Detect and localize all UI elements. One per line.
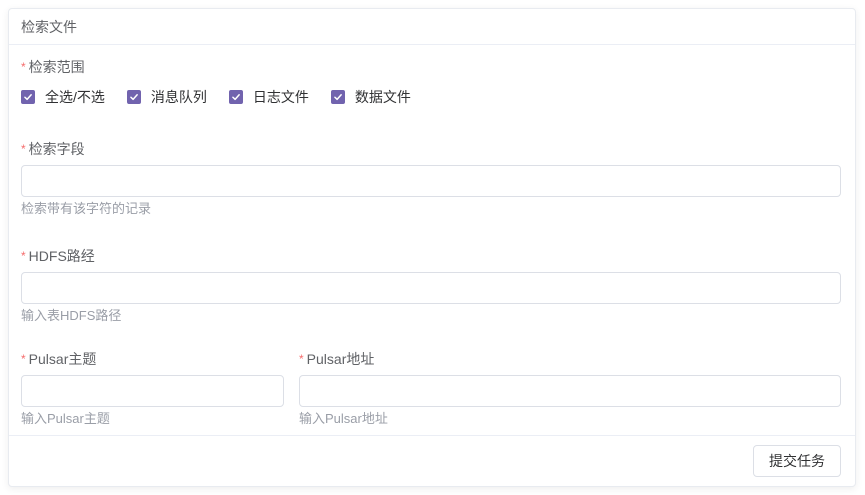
checkbox-label-log-files: 日志文件 [253, 87, 309, 107]
hdfs-path-input[interactable] [21, 272, 841, 304]
pulsar-address-helper: 输入Pulsar地址 [299, 411, 841, 427]
submit-task-button[interactable]: 提交任务 [753, 445, 841, 477]
card-header: 检索文件 [9, 9, 855, 45]
checkbox-item-log-files[interactable]: 日志文件 [229, 87, 309, 107]
pulsar-address-input[interactable] [299, 375, 841, 407]
pulsar-topic-label-text: Pulsar主题 [29, 351, 97, 367]
checkbox-message-queue[interactable] [127, 90, 141, 104]
checkbox-item-select-all[interactable]: 全选/不选 [21, 87, 105, 107]
search-field-helper: 检索带有该字符的记录 [21, 201, 841, 217]
card-title: 检索文件 [21, 17, 77, 37]
form-item-pulsar-address: *Pulsar地址 输入Pulsar地址 [299, 349, 841, 427]
checkbox-label-message-queue: 消息队列 [151, 87, 207, 107]
checkbox-item-message-queue[interactable]: 消息队列 [127, 87, 207, 107]
pulsar-address-label: *Pulsar地址 [299, 349, 841, 369]
check-icon [333, 92, 343, 102]
hdfs-path-helper: 输入表HDFS路径 [21, 308, 841, 324]
hdfs-path-label: *HDFS路经 [21, 246, 841, 266]
check-icon [231, 92, 241, 102]
check-icon [129, 92, 139, 102]
form-item-search-field: *检索字段 检索带有该字符的记录 [21, 139, 841, 217]
pulsar-topic-input[interactable] [21, 375, 284, 407]
pulsar-topic-label: *Pulsar主题 [21, 349, 284, 369]
scope-checkbox-group: 全选/不选 消息队列 日志文件 [21, 87, 841, 107]
required-asterisk: * [21, 60, 26, 74]
pulsar-topic-helper: 输入Pulsar主题 [21, 411, 284, 427]
form-item-pulsar-topic: *Pulsar主题 输入Pulsar主题 [21, 349, 284, 427]
check-icon [23, 92, 33, 102]
required-asterisk: * [21, 142, 26, 156]
card-footer: 提交任务 [9, 435, 855, 486]
form-item-hdfs-path: *HDFS路经 输入表HDFS路径 [21, 246, 841, 324]
search-field-label: *检索字段 [21, 139, 841, 159]
checkbox-data-files[interactable] [331, 90, 345, 104]
required-asterisk: * [21, 249, 26, 263]
required-asterisk: * [299, 352, 304, 366]
checkbox-item-data-files[interactable]: 数据文件 [331, 87, 411, 107]
search-field-input[interactable] [21, 165, 841, 197]
scope-label: *检索范围 [21, 57, 841, 77]
scope-label-text: 检索范围 [29, 59, 85, 75]
required-asterisk: * [21, 352, 26, 366]
checkbox-label-data-files: 数据文件 [355, 87, 411, 107]
hdfs-path-label-text: HDFS路经 [29, 248, 95, 264]
page: 检索文件 *检索范围 全选/不选 消 [0, 0, 865, 495]
checkbox-log-files[interactable] [229, 90, 243, 104]
form-item-scope: *检索范围 全选/不选 消息队列 [21, 57, 841, 107]
search-files-form: *检索范围 全选/不选 消息队列 [9, 45, 855, 435]
checkbox-select-all[interactable] [21, 90, 35, 104]
pulsar-row: *Pulsar主题 输入Pulsar主题 *Pulsar地址 输入Pulsar地… [21, 349, 841, 427]
checkbox-label-select-all: 全选/不选 [45, 87, 105, 107]
search-field-label-text: 检索字段 [29, 141, 85, 157]
pulsar-address-label-text: Pulsar地址 [307, 351, 375, 367]
search-files-card: 检索文件 *检索范围 全选/不选 消 [8, 8, 856, 487]
